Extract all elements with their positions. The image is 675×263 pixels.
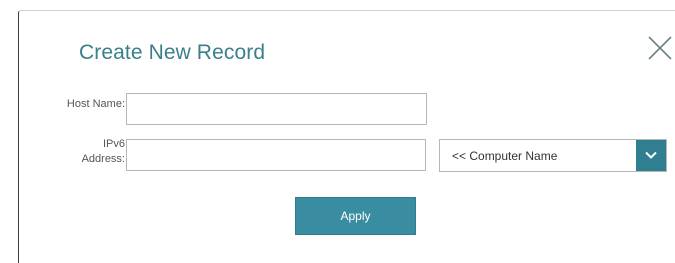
- ipv6-label-line1: IPv6: [102, 138, 125, 150]
- close-button[interactable]: [647, 35, 673, 61]
- select-arrow-button[interactable]: [636, 140, 666, 171]
- ipv6-address-label: IPv6 Address:: [27, 137, 125, 167]
- create-record-dialog: Create New Record Host Name: IPv6 Addres…: [18, 10, 675, 263]
- dialog-title: Create New Record: [79, 41, 266, 64]
- screen: Create New Record Host Name: IPv6 Addres…: [0, 0, 675, 263]
- close-icon: [647, 35, 673, 61]
- ipv6-label-line2: Address:: [81, 153, 125, 165]
- host-name-input[interactable]: [126, 93, 427, 125]
- ipv6-address-input[interactable]: [126, 139, 426, 171]
- host-name-label: Host Name:: [66, 98, 125, 110]
- computer-name-select[interactable]: << Computer Name: [439, 139, 667, 172]
- chevron-down-icon: [645, 151, 657, 159]
- apply-button[interactable]: Apply: [295, 197, 416, 235]
- computer-name-select-value: << Computer Name: [452, 149, 558, 163]
